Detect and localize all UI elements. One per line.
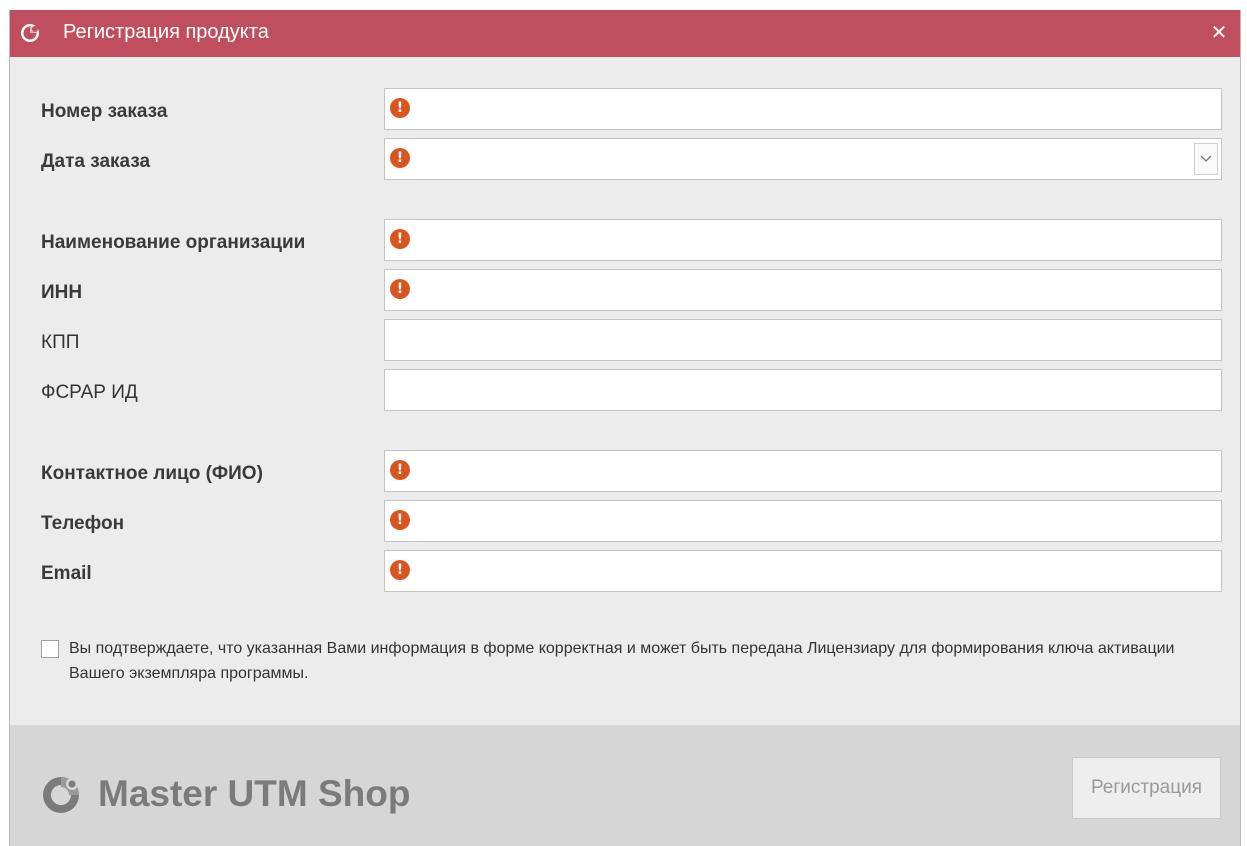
kpp-label: КПП xyxy=(41,332,80,353)
contact-person-field[interactable]: ! xyxy=(384,450,1222,492)
fsrar-id-input[interactable] xyxy=(417,370,1185,410)
phone-field[interactable]: ! xyxy=(384,500,1222,542)
window-title: Регистрация продукта xyxy=(63,21,269,43)
phone-input[interactable] xyxy=(417,501,1185,541)
exclamation-circle-icon: ! xyxy=(390,279,410,299)
kpp-field[interactable] xyxy=(384,319,1222,361)
order-number-field[interactable]: ! xyxy=(384,88,1222,130)
order-date-field[interactable]: ! xyxy=(384,138,1222,180)
consent-checkbox[interactable] xyxy=(41,640,59,658)
inn-input[interactable] xyxy=(417,270,1185,310)
app-logo-icon xyxy=(21,24,39,42)
contact-person-label: Контактное лицо (ФИО) xyxy=(41,463,263,484)
chevron-down-icon xyxy=(1200,155,1212,162)
fsrar-id-label: ФСРАР ИД xyxy=(41,382,138,403)
exclamation-circle-icon: ! xyxy=(390,148,410,168)
close-icon: ✕ xyxy=(1210,22,1228,44)
contact-person-input[interactable] xyxy=(417,451,1185,491)
email-label: Email xyxy=(41,563,92,584)
exclamation-circle-icon: ! xyxy=(390,560,410,580)
exclamation-circle-icon: ! xyxy=(390,460,410,480)
close-button[interactable]: ✕ xyxy=(1206,19,1232,47)
fsrar-id-field[interactable] xyxy=(384,369,1222,411)
kpp-input[interactable] xyxy=(417,320,1185,360)
order-date-input[interactable] xyxy=(417,139,1185,179)
organization-input[interactable] xyxy=(417,220,1185,260)
brand-logo-icon xyxy=(43,777,79,813)
email-input[interactable] xyxy=(417,551,1185,591)
inn-field[interactable]: ! xyxy=(384,269,1222,311)
registration-dialog: Регистрация продукта ✕ Номер заказа ! Да… xyxy=(9,10,1241,846)
order-number-label: Номер заказа xyxy=(41,101,168,122)
order-number-input[interactable] xyxy=(417,89,1185,129)
email-field[interactable]: ! xyxy=(384,550,1222,592)
title-bar[interactable]: Регистрация продукта ✕ xyxy=(10,10,1240,57)
organization-label: Наименование организации xyxy=(41,232,306,253)
brand-name: Master UTM Shop xyxy=(98,773,411,814)
inn-label: ИНН xyxy=(41,282,83,303)
register-button[interactable]: Регистрация xyxy=(1072,757,1221,819)
exclamation-circle-icon: ! xyxy=(390,98,410,118)
phone-label: Телефон xyxy=(41,513,125,534)
exclamation-circle-icon: ! xyxy=(390,229,410,249)
exclamation-circle-icon: ! xyxy=(390,510,410,530)
organization-field[interactable]: ! xyxy=(384,219,1222,261)
date-dropdown-button[interactable] xyxy=(1194,143,1218,175)
consent-text: Вы подтверждаете, что указанная Вами инф… xyxy=(69,640,1175,682)
order-date-label: Дата заказа xyxy=(41,151,151,172)
footer-bar: Master UTM Shop Регистрация xyxy=(10,725,1240,846)
